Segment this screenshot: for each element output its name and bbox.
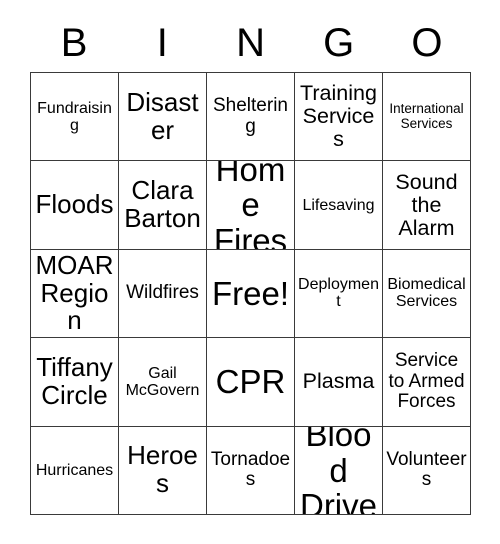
bingo-cell[interactable]: Tornadoes	[207, 426, 295, 515]
bingo-cell[interactable]: Biomedical Services	[383, 249, 471, 339]
bingo-cell[interactable]: Hurricanes	[31, 426, 119, 515]
bingo-cell-label: Plasma	[302, 369, 375, 394]
bingo-cell[interactable]: Disaster	[119, 73, 207, 162]
bingo-cell[interactable]: Sound the Alarm	[383, 161, 471, 250]
bingo-grid: Fundraising Disaster Sheltering Training Se…	[30, 72, 471, 515]
bingo-header-letter-n: N	[236, 21, 265, 65]
bingo-cell-label: Service to Armed Forces	[388, 350, 465, 413]
bingo-cell-label: Heroes	[127, 440, 198, 499]
bingo-cell[interactable]: Clara Barton	[119, 161, 207, 250]
bingo-cell-label: MOAR Region	[35, 249, 114, 336]
bingo-header-letter-o: O	[411, 21, 443, 65]
bingo-card: B I N G O Fundraising Disaster Sheltering Train…	[0, 0, 500, 544]
bingo-cell-label: Biomedical Services	[387, 276, 466, 311]
bingo-cell[interactable]: Volunteers	[383, 426, 471, 515]
bingo-cell-label: Free!	[211, 274, 290, 312]
bingo-cell[interactable]: Training Services	[295, 73, 383, 162]
bingo-cell[interactable]: Service to Armed Forces	[383, 338, 471, 427]
bingo-cell-label: Wildfires	[126, 282, 199, 304]
bingo-cell[interactable]: Deployment	[295, 249, 383, 339]
bingo-cell-label: Tornadoes	[210, 448, 291, 491]
bingo-cell[interactable]: Lifesaving	[295, 161, 383, 250]
bingo-cell-label: Training Services	[300, 81, 377, 152]
bingo-cell-label: Disaster	[126, 86, 199, 145]
bingo-header-letter-i: I	[156, 21, 168, 65]
bingo-cell[interactable]: Heroes	[119, 426, 207, 515]
bingo-cell[interactable]: Gail McGovern	[119, 338, 207, 427]
bingo-cell-label: Deployment	[298, 276, 379, 311]
bingo-cell-label: Lifesaving	[302, 196, 375, 214]
bingo-cell-label: Home Fires	[213, 161, 288, 250]
bingo-cell[interactable]: Fundraising	[31, 73, 119, 162]
bingo-cell-label: Fundraising	[37, 99, 112, 134]
bingo-cell[interactable]: Tiffany Circle	[31, 338, 119, 427]
bingo-cell[interactable]: Sheltering	[207, 73, 295, 162]
bingo-cell[interactable]: CPR	[207, 338, 295, 427]
bingo-cell-label: Floods	[35, 189, 114, 220]
bingo-cell-label: CPR	[215, 363, 286, 401]
bingo-cell-label: Clara Barton	[124, 175, 201, 234]
bingo-cell[interactable]: Home Fires	[207, 161, 295, 250]
bingo-cell[interactable]: International Services	[383, 73, 471, 162]
bingo-cell[interactable]: MOAR Region	[31, 249, 119, 339]
bingo-cell-label: Sheltering	[213, 95, 288, 137]
bingo-cell[interactable]: Wildfires	[119, 249, 207, 339]
bingo-cell[interactable]: Floods	[31, 161, 119, 250]
bingo-cell[interactable]: Blood Drive	[295, 426, 383, 515]
bingo-cell[interactable]: Plasma	[295, 338, 383, 427]
bingo-cell-label: Tiffany Circle	[36, 352, 113, 410]
bingo-cell-label: Sound the Alarm	[395, 169, 458, 240]
bingo-header-letter-b: B	[60, 21, 88, 65]
bingo-header-row: BINGO	[30, 18, 471, 68]
bingo-cell-label: Hurricanes	[35, 461, 114, 479]
bingo-cell-free-space[interactable]: Free!	[207, 249, 295, 339]
bingo-header-letter-g: G	[323, 21, 355, 65]
bingo-cell-label: Gail McGovern	[125, 364, 200, 399]
bingo-cell-label: Volunteers	[386, 448, 467, 491]
bingo-cell-label: International Services	[389, 101, 464, 131]
bingo-cell-label: Blood Drive	[299, 426, 377, 515]
